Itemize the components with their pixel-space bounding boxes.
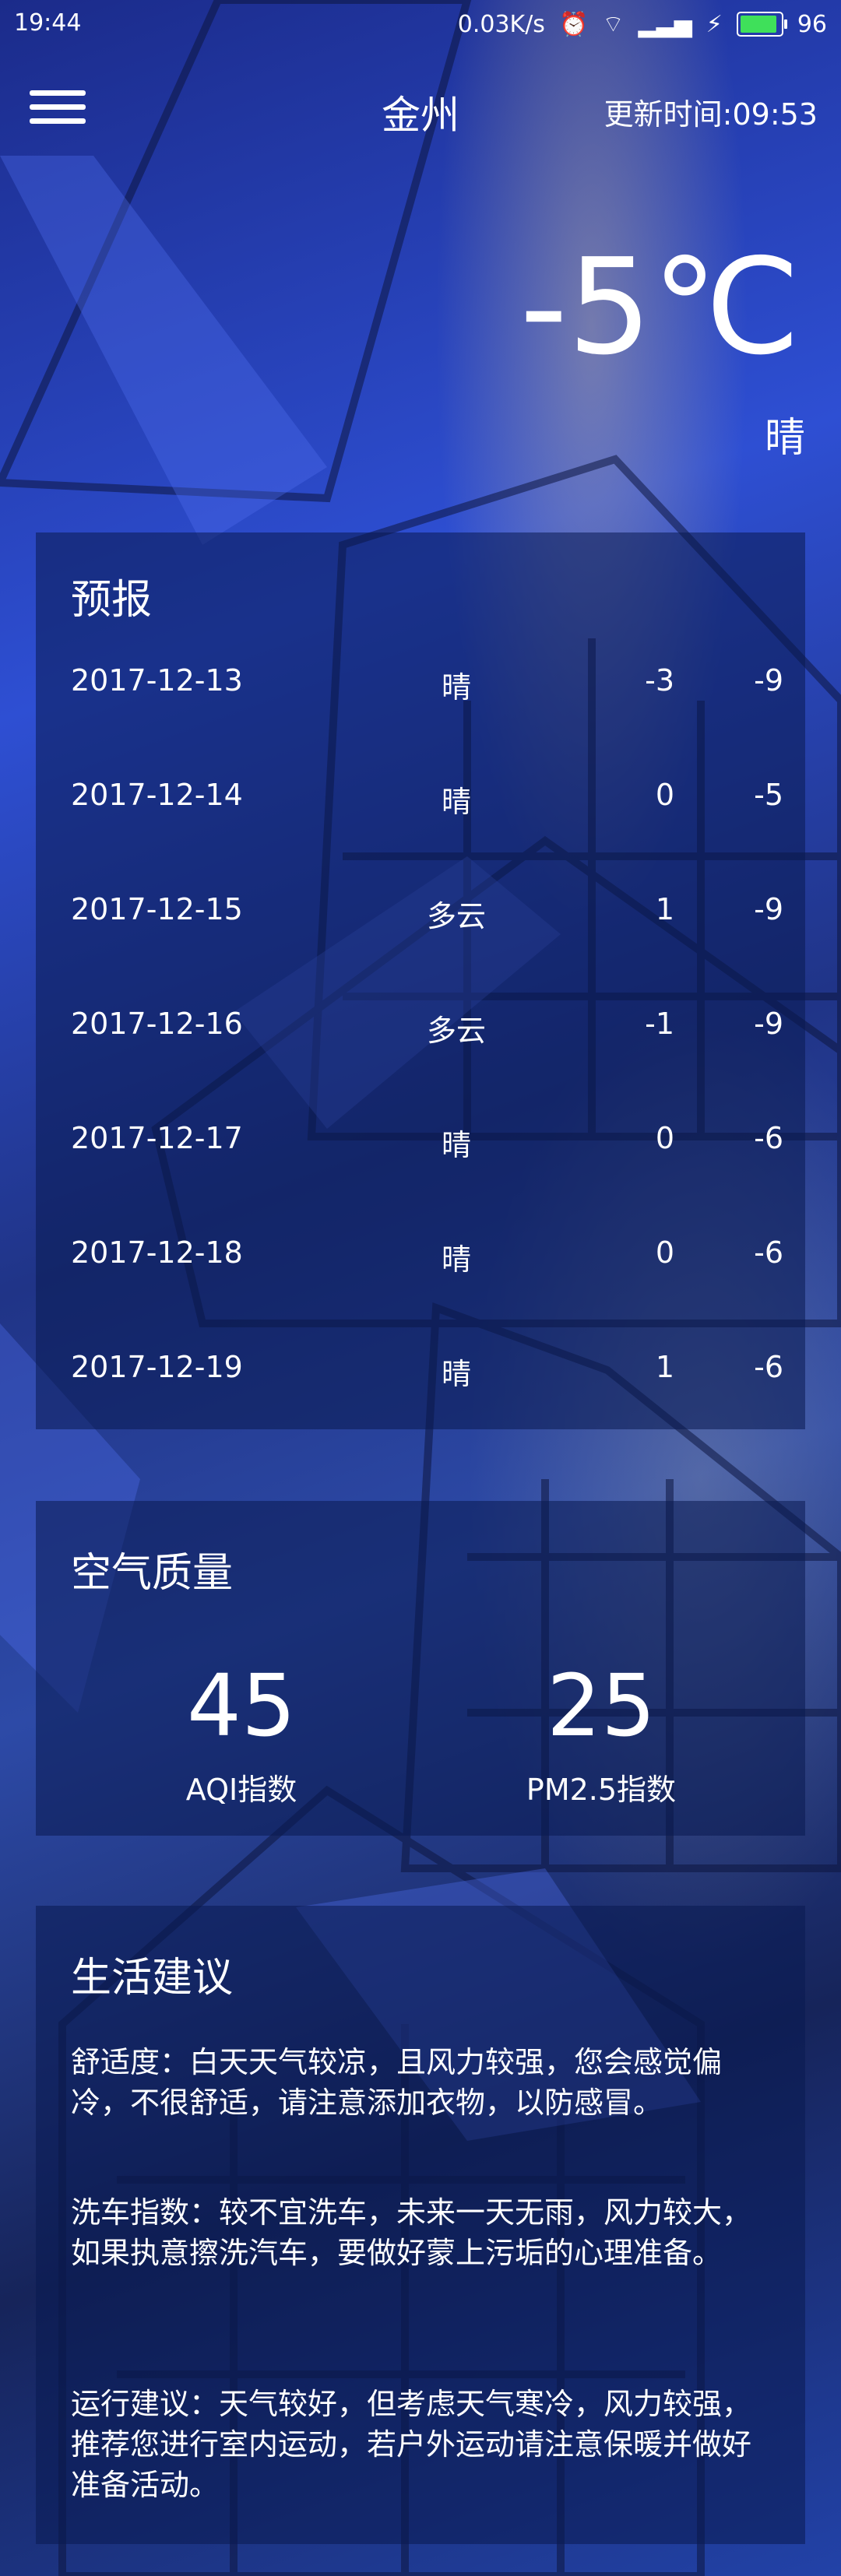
forecast-row: 2017-12-17 晴 0 -6 xyxy=(36,1121,805,1168)
current-condition: 晴 xyxy=(764,415,805,462)
forecast-condition: 多云 xyxy=(426,1014,486,1048)
forecast-date: 2017-12-18 xyxy=(71,1235,243,1270)
forecast-min-temp: -9 xyxy=(754,1007,783,1041)
current-temperature: -5℃ xyxy=(519,230,801,385)
forecast-max-temp: 1 xyxy=(655,1350,674,1384)
wifi-icon: ⌔ xyxy=(602,11,625,38)
forecast-row: 2017-12-13 晴 -3 -9 xyxy=(36,663,805,710)
forecast-max-temp: 0 xyxy=(655,1121,674,1155)
forecast-condition: 晴 xyxy=(441,670,471,705)
forecast-row: 2017-12-15 多云 1 -9 xyxy=(36,892,805,939)
alarm-icon: ⏰ xyxy=(558,10,589,38)
status-time: 19:44 xyxy=(14,9,82,37)
status-bar: 19:44 0.03K/s ⏰ ⌔ ▂▃▅ ⚡ 96 xyxy=(0,0,841,50)
aqi-label: AQI指数 xyxy=(185,1773,297,1807)
forecast-max-temp: 0 xyxy=(655,778,674,812)
forecast-max-temp: -3 xyxy=(645,663,674,698)
pm25-value: 25 xyxy=(547,1656,656,1755)
forecast-min-temp: -6 xyxy=(754,1235,783,1270)
sport-suggestion: 运行建议：天气较好，但考虑天气寒冷，风力较强，推荐您进行室内运动，若户外运动请注… xyxy=(71,2387,752,2502)
forecast-date: 2017-12-15 xyxy=(71,892,243,926)
title-bar: 金州 更新时间:09:53 xyxy=(0,70,841,148)
battery-percent: 96 xyxy=(797,10,827,38)
forecast-panel: 预报 2017-12-13 晴 -3 -9 2017-12-14 晴 0 -5 2017-12-… xyxy=(36,532,805,1429)
forecast-min-temp: -6 xyxy=(754,1121,783,1155)
forecast-max-temp: 1 xyxy=(655,892,674,926)
life-suggestion-panel: 生活建议 舒适度：白天天气较凉，且风力较强，您会感觉偏冷，不很舒适，请注意添加衣… xyxy=(36,1906,805,2544)
aqi-block: 45 AQI指数 xyxy=(125,1663,358,1808)
forecast-max-temp: 0 xyxy=(655,1235,674,1270)
battery-icon xyxy=(736,12,787,37)
forecast-condition: 晴 xyxy=(441,1128,471,1162)
forecast-min-temp: -6 xyxy=(754,1350,783,1384)
forecast-condition: 晴 xyxy=(441,785,471,819)
status-indicators: 0.03K/s ⏰ ⌔ ▂▃▅ ⚡ 96 xyxy=(458,9,827,39)
aqi-value: 45 xyxy=(187,1656,296,1755)
forecast-max-temp: -1 xyxy=(645,1007,674,1041)
update-time: 更新时间:09:53 xyxy=(603,97,818,132)
pm25-block: 25 PM2.5指数 xyxy=(484,1663,718,1808)
suggestion-title: 生活建议 xyxy=(71,1955,234,2001)
forecast-date: 2017-12-14 xyxy=(71,778,243,812)
battery-level xyxy=(740,16,776,33)
forecast-condition: 晴 xyxy=(441,1357,471,1391)
forecast-row: 2017-12-14 晴 0 -5 xyxy=(36,778,805,824)
forecast-min-temp: -9 xyxy=(754,663,783,698)
forecast-min-temp: -5 xyxy=(754,778,783,812)
forecast-row: 2017-12-18 晴 0 -6 xyxy=(36,1235,805,1282)
signal-icon: ▂▃▅ xyxy=(638,10,692,38)
forecast-row: 2017-12-16 多云 -1 -9 xyxy=(36,1007,805,1053)
forecast-condition: 晴 xyxy=(441,1242,471,1277)
air-quality-panel: 空气质量 45 AQI指数 25 PM2.5指数 xyxy=(36,1501,805,1836)
forecast-date: 2017-12-17 xyxy=(71,1121,243,1155)
charging-icon: ⚡ xyxy=(706,10,723,38)
air-quality-title: 空气质量 xyxy=(71,1550,234,1597)
forecast-date: 2017-12-16 xyxy=(71,1007,243,1041)
forecast-min-temp: -9 xyxy=(754,892,783,926)
forecast-date: 2017-12-19 xyxy=(71,1350,243,1384)
pm25-label: PM2.5指数 xyxy=(526,1773,677,1807)
forecast-row: 2017-12-19 晴 1 -6 xyxy=(36,1350,805,1397)
comfort-suggestion: 舒适度：白天天气较凉，且风力较强，您会感觉偏冷，不很舒适，请注意添加衣物，以防感… xyxy=(71,2045,723,2120)
car-wash-suggestion: 洗车指数：较不宜洗车，未来一天无雨，风力较大，如果执意擦洗汽车，要做好蒙上污垢的… xyxy=(71,2195,752,2270)
forecast-date: 2017-12-13 xyxy=(71,663,243,698)
forecast-title: 预报 xyxy=(71,577,153,624)
forecast-condition: 多云 xyxy=(426,899,486,933)
network-speed: 0.03K/s xyxy=(457,10,545,38)
